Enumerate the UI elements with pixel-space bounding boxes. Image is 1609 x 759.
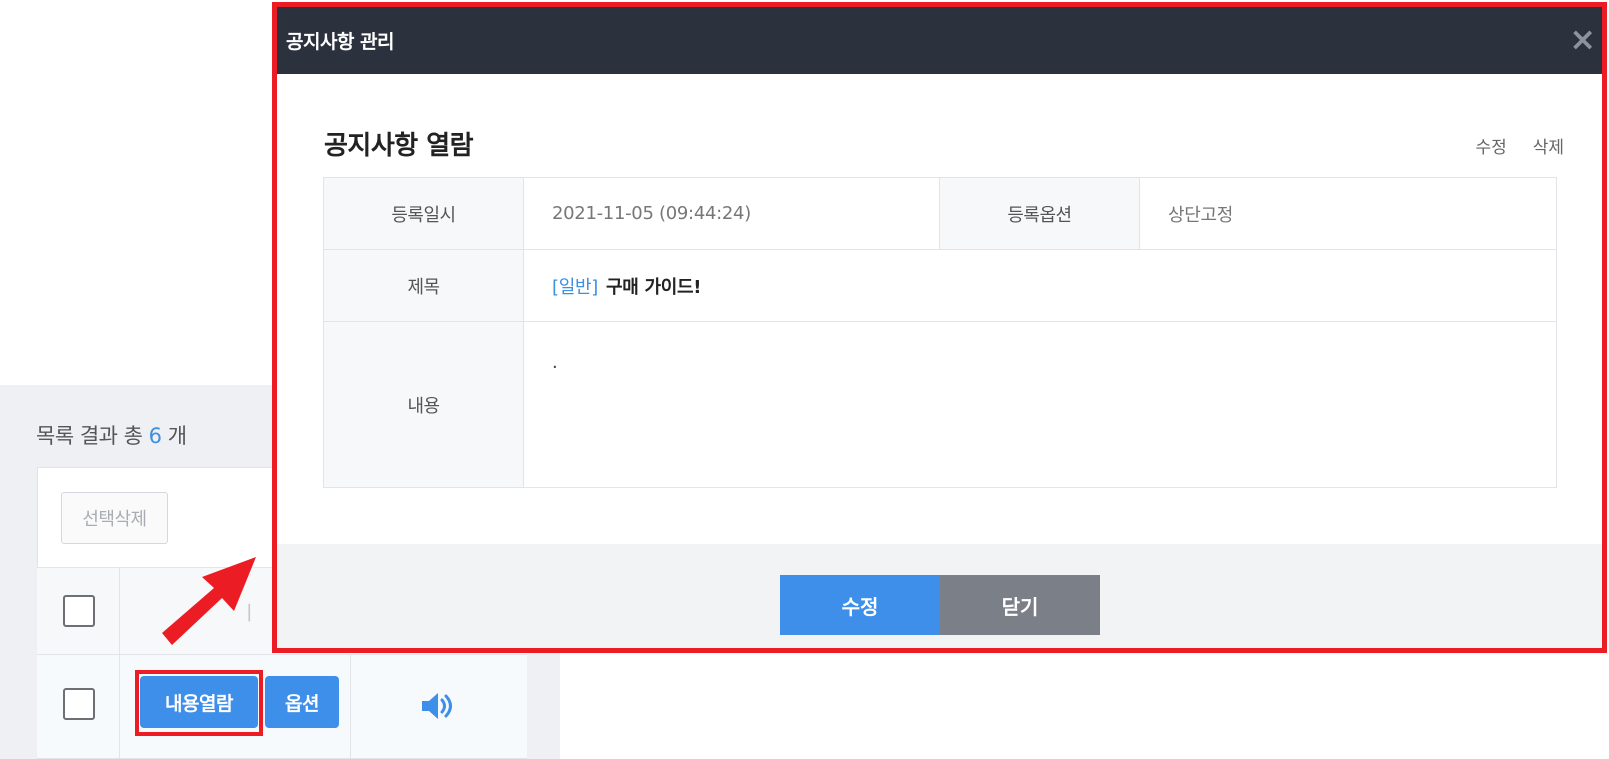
result-count: 6	[148, 424, 162, 448]
top-actions: 수정 삭제	[1475, 133, 1564, 158]
registered-at-value: 2021-11-05 (09:44:24)	[552, 203, 751, 224]
column-divider	[350, 655, 351, 759]
subject-label: 제목	[323, 250, 524, 321]
content-value: .	[524, 322, 1557, 487]
speaker-icon	[420, 690, 456, 726]
subject-value: 구매 가이드!	[605, 276, 702, 298]
close-icon[interactable]: ×	[1569, 19, 1596, 59]
result-prefix: 목록 결과 총	[36, 424, 143, 448]
options-button[interactable]: 옵션	[265, 676, 339, 728]
registered-at-label: 등록일시	[323, 178, 524, 249]
modal-title: 공지사항 관리	[286, 31, 395, 53]
notice-info-table: 등록일시 2021-11-05 (09:44:24) 등록옵션 상단고정 제목 …	[323, 177, 1557, 488]
close-button[interactable]: 닫기	[940, 575, 1100, 635]
notice-management-modal: 공지사항 관리 × 공지사항 열람 수정 삭제 등록일시 2021-11-05 …	[272, 2, 1607, 653]
row-subject: 제목 [일반] 구매 가이드!	[323, 250, 1557, 322]
edit-link[interactable]: 수정	[1475, 133, 1506, 158]
edit-button[interactable]: 수정	[780, 575, 940, 635]
row-content: 내용 .	[323, 322, 1557, 488]
highlight-box	[135, 670, 263, 736]
delete-link[interactable]: 삭제	[1533, 133, 1564, 158]
modal-header: 공지사항 관리 ×	[277, 7, 1602, 74]
red-arrow-icon	[152, 553, 260, 657]
column-divider	[119, 567, 120, 759]
select-all-checkbox[interactable]	[63, 595, 95, 627]
result-suffix: 개	[167, 424, 187, 448]
subject-category: [일반]	[552, 276, 598, 298]
option-label: 등록옵션	[939, 178, 1140, 249]
delete-selected-button[interactable]: 선택삭제	[61, 492, 168, 544]
row-registration: 등록일시 2021-11-05 (09:44:24) 등록옵션 상단고정	[323, 178, 1557, 250]
result-count-text: 목록 결과 총 6 개	[36, 420, 187, 450]
option-value: 상단고정	[1140, 178, 1557, 249]
section-title: 공지사항 열람	[324, 131, 474, 161]
row-checkbox[interactable]	[63, 688, 95, 720]
subject-cell: [일반] 구매 가이드!	[524, 250, 1557, 321]
content-label: 내용	[323, 322, 524, 487]
